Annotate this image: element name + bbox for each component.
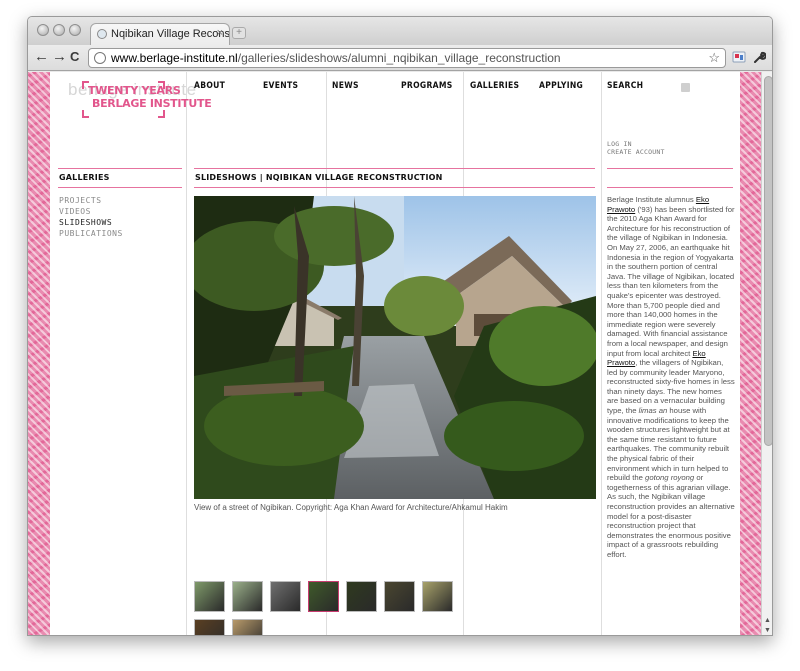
- reload-button[interactable]: C: [70, 48, 79, 66]
- article-segment: or togetherness of this agrarian village…: [607, 473, 735, 559]
- slideshow-thumbnail[interactable]: [232, 619, 263, 635]
- scrollbar[interactable]: ▲ ▼: [761, 72, 772, 635]
- nav-events[interactable]: EVENTS: [263, 81, 298, 91]
- nav-news[interactable]: NEWS: [332, 81, 359, 91]
- column-divider: [186, 72, 187, 635]
- nav-galleries[interactable]: GALLERIES: [470, 81, 519, 91]
- browser-tab[interactable]: Nqibikan Village Reconstruct ×: [90, 23, 230, 45]
- page-info-icon[interactable]: [94, 52, 106, 64]
- slideshow-thumbnail[interactable]: [346, 581, 377, 612]
- nav-programs[interactable]: PROGRAMS: [401, 81, 453, 91]
- extension-icon[interactable]: [732, 50, 746, 64]
- rule: [194, 168, 595, 169]
- facebook-icon[interactable]: [681, 83, 690, 92]
- titlebar: Nqibikan Village Reconstruct × +: [28, 17, 772, 45]
- scroll-up-arrow[interactable]: ▲: [764, 617, 771, 624]
- rule: [607, 187, 733, 188]
- photo-caption: View of a street of Ngibikan. Copyright:…: [194, 503, 508, 512]
- slideshow-thumbnail[interactable]: [422, 581, 453, 612]
- article-text: Berlage Institute alumnus Eko Prawoto ('…: [607, 195, 735, 560]
- sidebar-heading: GALLERIES: [59, 173, 110, 182]
- forward-button[interactable]: →: [52, 48, 67, 66]
- minimize-window-button[interactable]: [53, 24, 65, 36]
- browser-window: Nqibikan Village Reconstruct × + ← → C w…: [27, 16, 773, 636]
- url-path: /galleries/slideshows/alumni_nqibikan_vi…: [237, 51, 561, 65]
- page-viewport: berlage institute TWENTY YEARS BERLAGE I…: [28, 72, 772, 635]
- close-tab-icon[interactable]: ×: [217, 27, 223, 39]
- slideshow-thumbnail[interactable]: [232, 581, 263, 612]
- slideshow-thumbnail[interactable]: [194, 581, 225, 612]
- column-divider: [601, 72, 602, 635]
- slideshow-main-photo[interactable]: [194, 196, 596, 499]
- decorative-pink-band-left: [28, 72, 50, 635]
- new-tab-button[interactable]: +: [232, 27, 246, 39]
- sidebar-item-projects[interactable]: PROJECTS: [59, 196, 102, 205]
- rule: [194, 187, 595, 188]
- nav-applying[interactable]: APPLYING: [539, 81, 583, 91]
- nav-search[interactable]: SEARCH: [607, 81, 643, 91]
- rule: [58, 168, 182, 169]
- scrollbar-thumb[interactable]: [764, 76, 772, 446]
- globe-icon: [97, 29, 107, 39]
- address-bar[interactable]: www.berlage-institute.nl/galleries/slide…: [88, 48, 726, 68]
- browser-toolbar: ← → C www.berlage-institute.nl/galleries…: [28, 45, 772, 71]
- logo-line-2: BERLAGE INSTITUTE: [92, 97, 212, 110]
- tab-title: Nqibikan Village Reconstruct: [111, 28, 230, 40]
- log-in-link[interactable]: LOG IN: [607, 140, 632, 148]
- logo-bracket: [158, 110, 165, 118]
- close-window-button[interactable]: [37, 24, 49, 36]
- page-title: SLIDESHOWS | NQIBIKAN VILLAGE RECONSTRUC…: [195, 173, 443, 182]
- back-button[interactable]: ←: [34, 48, 49, 66]
- sidebar-item-videos[interactable]: VIDEOS: [59, 207, 91, 216]
- article-segment: ('93) has been shortlisted for the 2010 …: [607, 204, 735, 358]
- site-logo[interactable]: berlage institute TWENTY YEARS BERLAGE I…: [68, 78, 212, 120]
- logo-bracket: [82, 81, 89, 89]
- wrench-icon[interactable]: [752, 50, 766, 64]
- nav-about[interactable]: ABOUT: [194, 81, 225, 91]
- url-host: www.berlage-institute.nl: [111, 51, 238, 65]
- rule: [58, 187, 182, 188]
- create-account-link[interactable]: CREATE ACCOUNT: [607, 148, 665, 156]
- web-page: berlage institute TWENTY YEARS BERLAGE I…: [50, 72, 740, 635]
- scroll-down-arrow[interactable]: ▼: [764, 627, 771, 634]
- bookmark-star-icon[interactable]: ☆: [708, 49, 720, 67]
- slideshow-thumbnail[interactable]: [384, 581, 415, 612]
- article-segment: house with innovative modifications to k…: [607, 406, 730, 483]
- slideshow-thumbnail[interactable]: [194, 619, 225, 635]
- logo-bracket: [158, 81, 165, 89]
- slideshow-thumbnail[interactable]: [270, 581, 301, 612]
- zoom-window-button[interactable]: [69, 24, 81, 36]
- sidebar-item-publications[interactable]: PUBLICATIONS: [59, 229, 123, 238]
- decorative-pink-band-right: [740, 72, 761, 635]
- article-emphasis: limas an: [638, 406, 668, 416]
- article-segment: Berlage Institute alumnus: [607, 195, 696, 204]
- logo-bracket: [82, 110, 89, 118]
- photo-village-street: [194, 196, 596, 499]
- logo-line-1: TWENTY YEARS: [88, 84, 181, 97]
- article-emphasis: gotong royong: [645, 473, 695, 483]
- slideshow-thumbnail[interactable]: [308, 581, 339, 612]
- rule: [607, 168, 733, 169]
- sidebar-item-slideshows[interactable]: SLIDESHOWS: [59, 218, 112, 227]
